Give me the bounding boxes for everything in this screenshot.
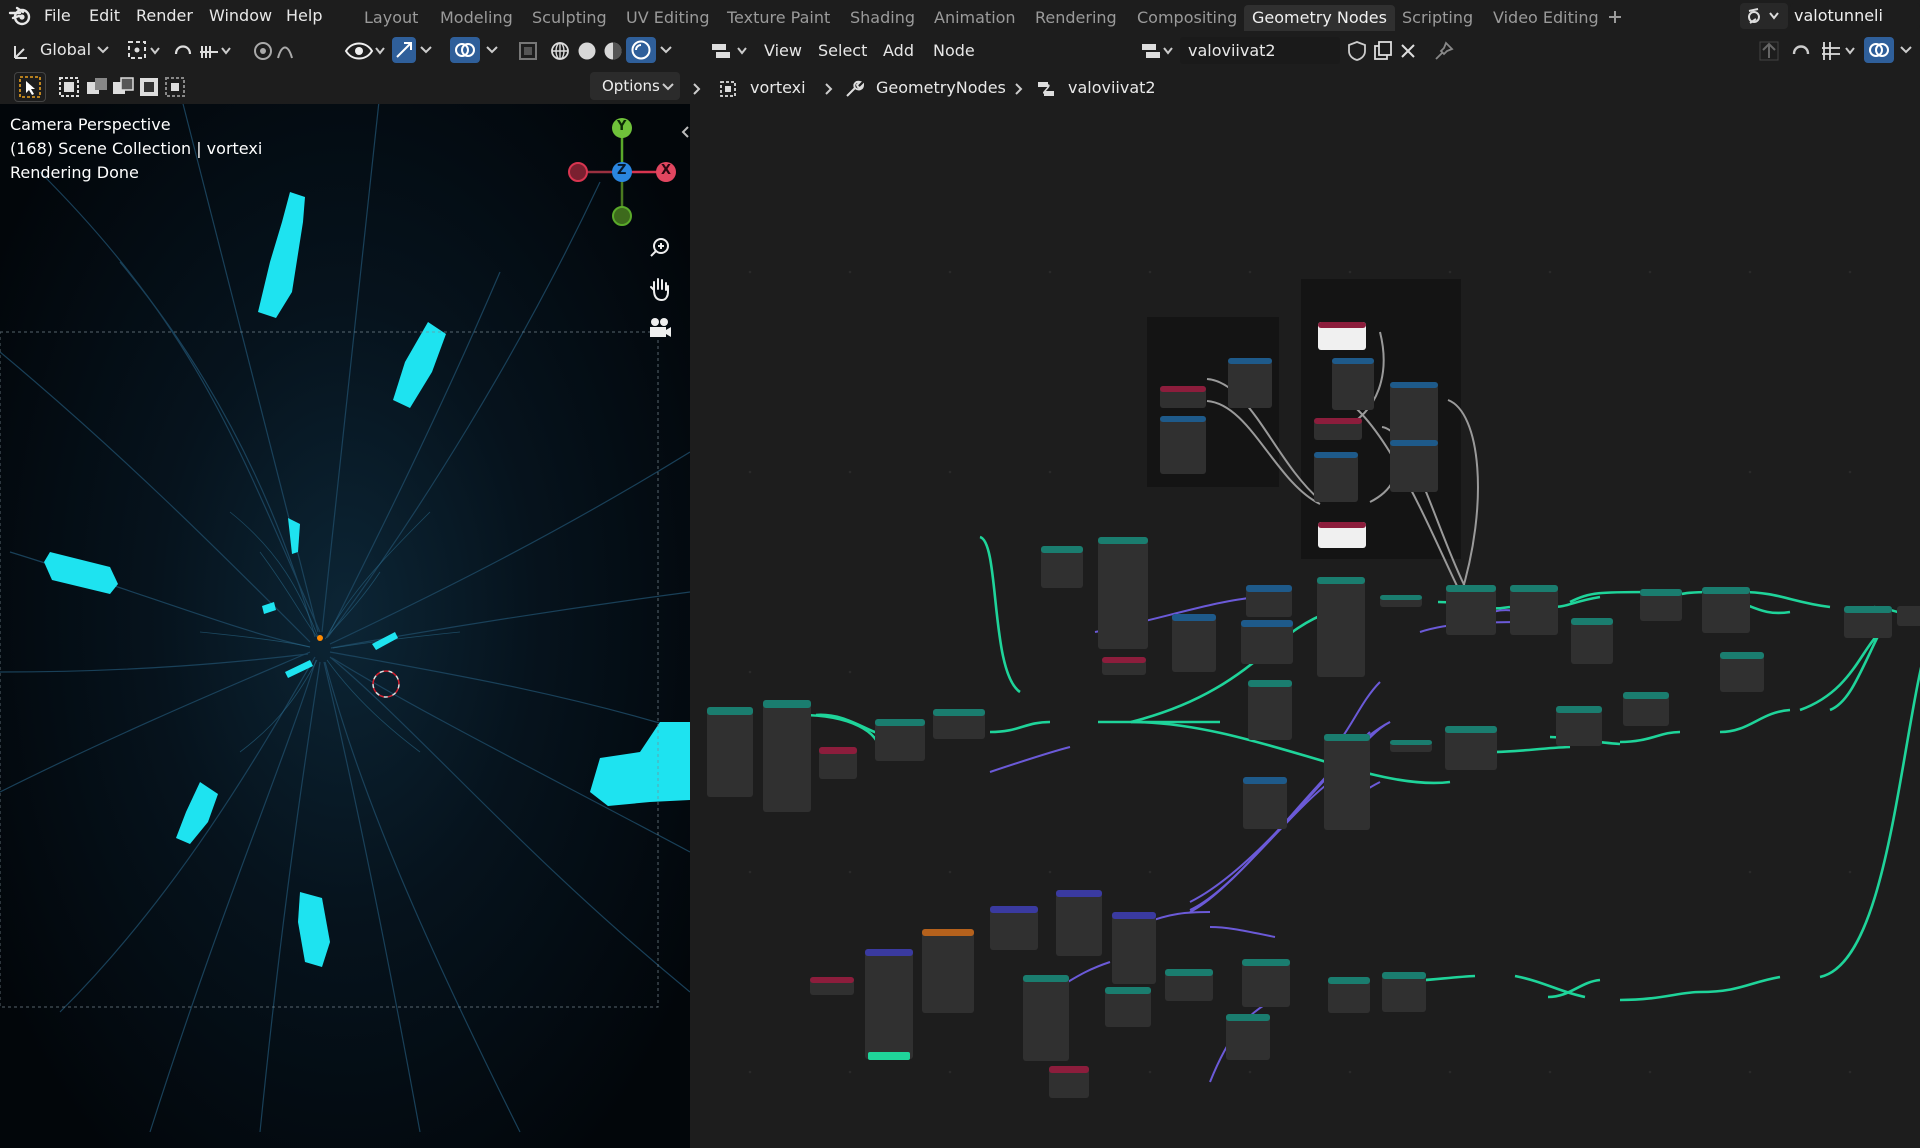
visibility-eye-icon[interactable]: [344, 39, 386, 63]
tab-uv-editing[interactable]: UV Editing: [618, 5, 717, 31]
breadcrumb: vortexi GeometryNodes valoviivat2: [690, 70, 1920, 106]
chevron-down-icon[interactable]: [97, 46, 109, 54]
select-box-invert-icon[interactable]: [138, 76, 160, 98]
tab-scripting[interactable]: Scripting: [1394, 5, 1481, 31]
sidebar-toggle-chevron-icon[interactable]: [680, 125, 690, 139]
node-tree-browse-icon[interactable]: [1140, 40, 1176, 62]
breadcrumb-object[interactable]: vortexi: [750, 76, 806, 100]
breadcrumb-modifier[interactable]: GeometryNodes: [876, 76, 1006, 100]
node-group-name: valoviivat2: [1188, 41, 1276, 60]
editor-type-icon[interactable]: [710, 40, 750, 62]
menu-edit[interactable]: Edit: [89, 4, 120, 28]
wireframe-shading-icon[interactable]: [550, 41, 570, 61]
node-graph: [707, 270, 1920, 1098]
node-overlays-button[interactable]: [1864, 37, 1894, 63]
tab-sculpting[interactable]: Sculpting: [524, 5, 615, 31]
gizmo-y-label: Y: [617, 119, 627, 134]
blender-logo-icon[interactable]: [8, 4, 34, 28]
gizmo-toggle-button[interactable]: [392, 37, 416, 63]
overlays-icon: [454, 40, 476, 60]
snap-grid-icon[interactable]: [1820, 40, 1860, 62]
pan-hand-icon[interactable]: [648, 276, 672, 302]
tab-geometry-nodes[interactable]: Geometry Nodes: [1244, 5, 1395, 31]
viewport-info-collection: (168) Scene Collection | vortexi: [10, 139, 263, 158]
parent-node-tree-icon[interactable]: [1758, 40, 1780, 62]
overlays-toggle-button[interactable]: [450, 37, 480, 63]
rendered-shading-icon: [631, 40, 651, 60]
chevron-right-icon: [692, 82, 702, 96]
gizmo-icon: [395, 41, 413, 59]
duplicate-icon[interactable]: [1372, 40, 1394, 62]
menu-file[interactable]: File: [44, 4, 71, 28]
orientation-selector[interactable]: Global: [40, 38, 91, 62]
wrench-modifier-icon: [844, 79, 864, 99]
object-icon: [718, 79, 738, 99]
plus-icon[interactable]: [1607, 9, 1623, 25]
top-menu-bar: File Edit Render Window Help Layout Mode…: [0, 0, 1920, 32]
node-tree-icon: [1036, 79, 1056, 99]
options-dropdown[interactable]: Options: [590, 72, 680, 100]
menu-node[interactable]: Node: [933, 39, 975, 63]
transform-orientation-icon: [12, 41, 32, 61]
tweak-tool-button[interactable]: [14, 72, 46, 102]
close-icon[interactable]: [1398, 41, 1418, 61]
node-group-name-field[interactable]: valoviivat2: [1180, 37, 1340, 64]
scene-name-text: valotunneli: [1794, 6, 1883, 25]
menu-window[interactable]: Window: [209, 4, 272, 28]
viewport-info-status: Rendering Done: [10, 163, 139, 182]
tab-modeling[interactable]: Modeling: [432, 5, 521, 31]
solid-shading-icon[interactable]: [577, 41, 597, 61]
snap-icon[interactable]: [172, 40, 232, 62]
overlays-icon: [1868, 40, 1890, 60]
tab-layout[interactable]: Layout: [356, 5, 426, 31]
menu-add[interactable]: Add: [883, 39, 914, 63]
menu-select[interactable]: Select: [818, 39, 867, 63]
pivot-point-icon[interactable]: [127, 40, 163, 62]
tab-rendering[interactable]: Rendering: [1027, 5, 1125, 31]
chevron-right-icon: [1014, 82, 1024, 96]
scene-icon: [1746, 7, 1782, 25]
rendered-shading-button[interactable]: [626, 37, 656, 63]
scene-name-field[interactable]: valotunneli: [1790, 3, 1920, 29]
pin-icon[interactable]: [1434, 41, 1454, 61]
select-box-subtract-icon[interactable]: [112, 76, 134, 98]
select-box-extend-icon[interactable]: [86, 76, 108, 98]
menu-view[interactable]: View: [764, 39, 802, 63]
chevron-down-icon[interactable]: [1900, 46, 1912, 54]
xray-icon[interactable]: [518, 41, 538, 61]
tab-video-editing[interactable]: Video Editing: [1485, 5, 1607, 31]
tab-shading[interactable]: Shading: [842, 5, 923, 31]
proportional-editing-icon[interactable]: [252, 40, 308, 62]
chevron-down-icon: [662, 83, 674, 91]
tab-animation[interactable]: Animation: [926, 5, 1024, 31]
gizmo-z-label: Z: [617, 163, 627, 178]
node-editor[interactable]: View Select Add Node valoviivat2 vortexi…: [690, 32, 1920, 1148]
chevron-down-icon[interactable]: [420, 46, 432, 54]
zoom-icon[interactable]: [648, 236, 672, 260]
chevron-down-icon[interactable]: [486, 46, 498, 54]
tab-texture-paint[interactable]: Texture Paint: [719, 5, 838, 31]
material-shading-icon[interactable]: [603, 41, 623, 61]
viewport-info-perspective: Camera Perspective: [10, 115, 171, 134]
menu-render[interactable]: Render: [136, 4, 193, 28]
breadcrumb-node-group[interactable]: valoviivat2: [1068, 76, 1156, 100]
camera-view-icon[interactable]: [646, 316, 672, 340]
select-box-intersect-icon[interactable]: [164, 76, 186, 98]
tab-compositing[interactable]: Compositing: [1129, 5, 1245, 31]
chevron-right-icon: [824, 82, 834, 96]
navigation-gizmo[interactable]: Y Z X: [566, 116, 676, 232]
node-editor-header: View Select Add Node valoviivat2: [690, 32, 1920, 70]
scene-selector-button[interactable]: [1740, 3, 1788, 29]
cursor-select-icon: [19, 76, 41, 98]
options-label: Options: [602, 77, 660, 95]
snap-magnet-icon[interactable]: [1790, 40, 1812, 62]
select-box-new-icon[interactable]: [58, 76, 80, 98]
gizmo-x-label: X: [661, 163, 672, 178]
fake-user-shield-icon[interactable]: [1346, 40, 1368, 62]
chevron-down-icon[interactable]: [660, 46, 672, 54]
viewport-header: Global Options: [0, 32, 690, 104]
menu-help[interactable]: Help: [286, 4, 322, 28]
